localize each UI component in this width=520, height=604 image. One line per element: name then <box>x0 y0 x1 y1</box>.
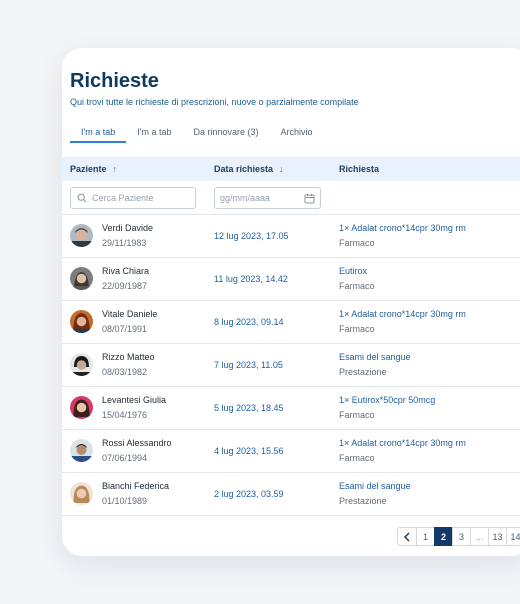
request-type: Farmaco <box>339 410 375 420</box>
patient-dob: 08/07/1991 <box>102 324 148 334</box>
previous-page-button[interactable] <box>397 527 417 546</box>
patient-name: Rossi Alessandro <box>102 438 172 448</box>
table-row[interactable]: Bianchi Federica 01/10/1989 2 lug 2023, … <box>62 472 520 515</box>
request-date: 12 lug 2023, 17.05 <box>214 231 289 241</box>
chevron-left-icon <box>403 531 410 542</box>
patient-dob: 22/09/1987 <box>102 281 148 291</box>
table-row[interactable]: Rizzo Matteo 08/03/1982 7 lug 2023, 11.0… <box>62 343 520 386</box>
request-type: Farmaco <box>339 453 375 463</box>
request-date: 8 lug 2023, 09.14 <box>214 317 284 327</box>
table-row[interactable]: Riva Chiara 22/09/1987 11 lug 2023, 14.4… <box>62 257 520 300</box>
request-title[interactable]: Eutirox <box>339 266 367 276</box>
arrow-down-icon: ↓ <box>279 164 284 174</box>
page-button[interactable]: 1 <box>416 527 435 546</box>
arrow-up-icon: ↑ <box>112 164 118 174</box>
request-date: 4 lug 2023, 15.56 <box>214 446 284 456</box>
patient-dob: 01/10/1989 <box>102 496 148 506</box>
patient-name: Bianchi Federica <box>102 481 170 491</box>
tab-archivio[interactable]: Archivio <box>270 120 324 143</box>
request-date: 11 lug 2023, 14.42 <box>214 274 288 284</box>
request-title[interactable]: Esami del sangue <box>339 481 411 491</box>
request-type: Prestazione <box>339 496 387 506</box>
tab-da-rinnovare[interactable]: Da rinnovare (3) <box>182 120 269 143</box>
search-placeholder: Cerca Paziente <box>92 193 154 203</box>
requests-card: Richieste Qui trovi tutte le richieste d… <box>62 48 520 556</box>
avatar <box>70 396 93 419</box>
page-button-current[interactable]: 2 <box>434 527 453 546</box>
page-button[interactable]: 13 <box>488 527 507 546</box>
table-row[interactable]: Rossi Alessandro 07/06/1994 4 lug 2023, … <box>62 429 520 472</box>
tab-second[interactable]: I'm a tab <box>126 120 182 143</box>
search-icon <box>77 193 87 203</box>
request-date: 2 lug 2023, 03.59 <box>214 489 284 499</box>
page-subtitle: Qui trovi tutte le richieste di prescriz… <box>70 97 359 107</box>
patient-dob: 07/06/1994 <box>102 453 148 463</box>
column-header-date-label: Data richiesta <box>214 164 274 174</box>
request-title[interactable]: Esami del sangue <box>339 352 411 362</box>
avatar <box>70 224 93 247</box>
table-row[interactable]: Levantesi Giulia 15/04/1976 5 lug 2023, … <box>62 386 520 429</box>
request-type: Farmaco <box>339 324 375 334</box>
page-button[interactable]: 14 <box>506 527 520 546</box>
patient-name: Levantesi Giulia <box>102 395 167 405</box>
column-header-request[interactable]: Richiesta <box>339 164 379 174</box>
avatar <box>70 310 93 333</box>
column-header-patient[interactable]: Paziente ↑ <box>70 164 117 174</box>
tab-first[interactable]: I'm a tab <box>70 120 127 143</box>
page-title: Richieste <box>70 70 159 92</box>
request-date: 7 lug 2023, 11.05 <box>214 360 283 370</box>
request-title[interactable]: 1× Adalat crono*14cpr 30mg rm <box>339 309 466 319</box>
column-header-date[interactable]: Data richiesta ↓ <box>214 164 284 174</box>
page-button[interactable]: 3 <box>452 527 471 546</box>
avatar <box>70 267 93 290</box>
column-header-request-label: Richiesta <box>339 164 380 174</box>
patient-dob: 15/04/1976 <box>102 410 148 420</box>
patient-name: Rizzo Matteo <box>102 352 155 362</box>
patient-name: Riva Chiara <box>102 266 150 276</box>
patient-dob: 08/03/1982 <box>102 367 148 377</box>
table-row[interactable]: Vitale Daniele 08/07/1991 8 lug 2023, 09… <box>62 300 520 343</box>
request-type: Farmaco <box>339 281 375 291</box>
table-header: Paziente ↑ Data richiesta ↓ Richiesta <box>62 157 520 181</box>
request-title[interactable]: 1× Eutirox*50cpr 50mcg <box>339 395 435 405</box>
calendar-icon[interactable] <box>304 193 315 204</box>
patient-name: Vitale Daniele <box>102 309 158 319</box>
request-title[interactable]: 1× Adalat crono*14cpr 30mg rm <box>339 223 466 233</box>
column-header-patient-label: Paziente <box>70 164 107 174</box>
request-date: 5 lug 2023, 18.45 <box>214 403 284 413</box>
avatar <box>70 353 93 376</box>
table-row[interactable]: Verdi Davide 29/11/1983 12 lug 2023, 17.… <box>62 214 520 257</box>
patient-search-input[interactable]: Cerca Paziente <box>70 187 196 209</box>
date-filter-input[interactable]: gg/mm/aaaa <box>214 187 321 209</box>
request-type: Farmaco <box>339 238 375 248</box>
avatar <box>70 439 93 462</box>
patient-name: Verdi Davide <box>102 223 154 233</box>
pagination: 1 2 3 ... 13 14 <box>397 527 520 546</box>
page-ellipsis: ... <box>470 527 489 546</box>
divider <box>62 515 520 516</box>
date-placeholder: gg/mm/aaaa <box>220 193 271 203</box>
tab-bar: I'm a tab I'm a tab Da rinnovare (3) Arc… <box>70 120 324 144</box>
avatar <box>70 482 93 505</box>
patient-dob: 29/11/1983 <box>102 238 147 248</box>
request-type: Prestazione <box>339 367 387 377</box>
request-title[interactable]: 1× Adalat crono*14cpr 30mg rm <box>339 438 466 448</box>
